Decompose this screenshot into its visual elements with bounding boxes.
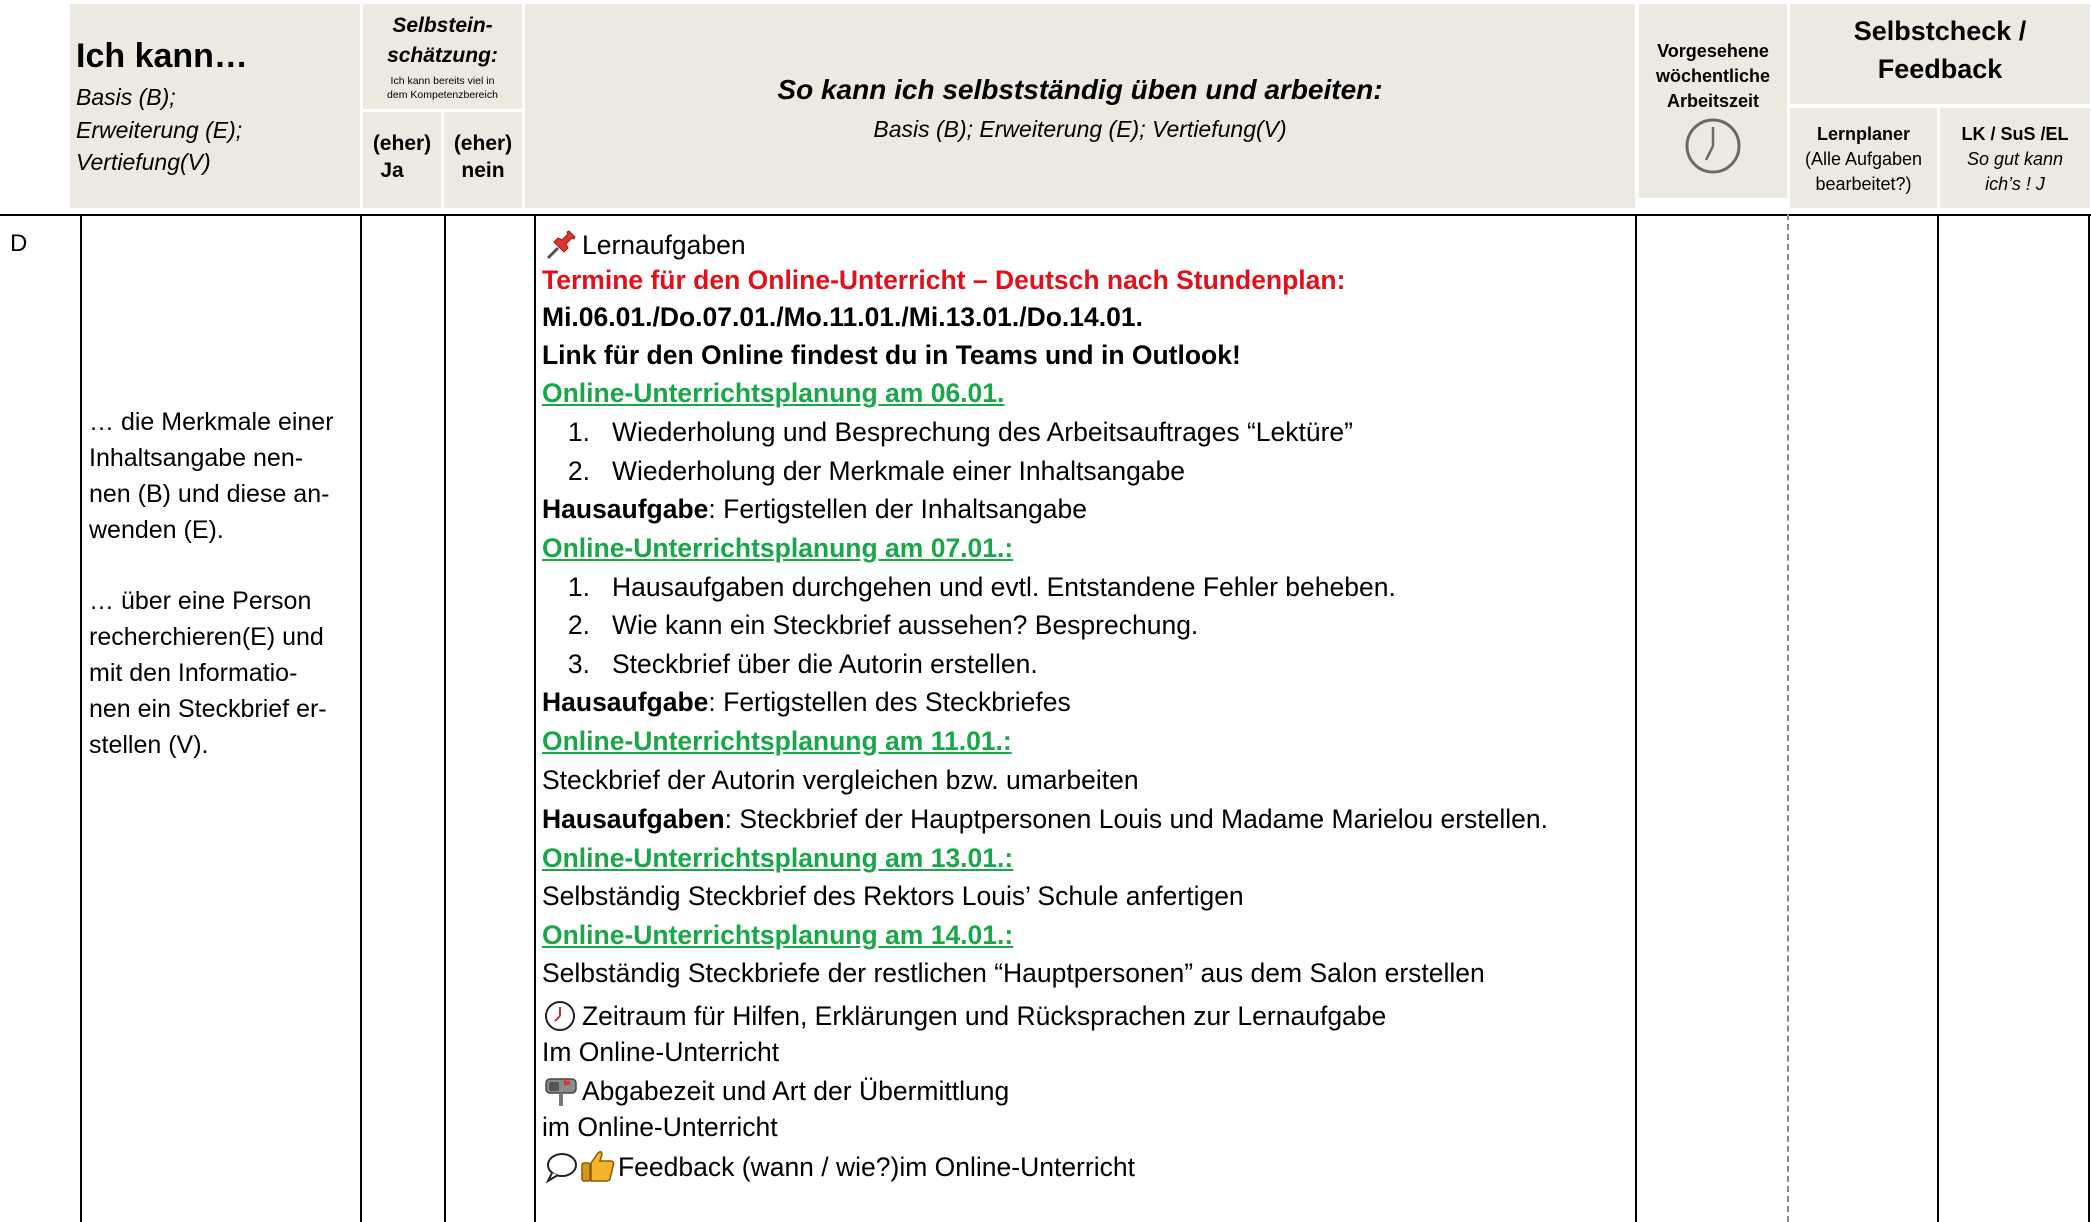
header-time-1: Vorgesehene (1657, 41, 1769, 61)
header-no: (eher) nein (444, 130, 522, 184)
homework-label: Hausaufgabe (542, 687, 709, 717)
homework-2: Hausaufgabe: Fertigstellen des Steckbrie… (542, 686, 1071, 718)
competence-text: … die Merkmale einer Inhaltsangabe nen- … (89, 404, 357, 763)
header-no-2: nein (461, 159, 505, 182)
header-self-title-1: Selbstein- (392, 14, 493, 37)
abgabe-value: im Online-Unterricht (542, 1112, 778, 1142)
mailbox-icon (545, 1077, 577, 1106)
header-check-title-1: Selbstcheck / (1853, 16, 2027, 46)
lernplaner-title: Lernplaner (1816, 124, 1911, 144)
dates-line: Mi.06.01./Do.07.01./Mo.11.01./Mi.13.01./… (542, 302, 1143, 332)
thumbs-up-icon (581, 1150, 615, 1182)
dashed-divider (1787, 214, 1789, 1222)
abgabe-label: Abgabezeit und Art der Übermittlung (582, 1076, 1010, 1106)
list-text: Steckbrief über die Autorin erstellen. (612, 649, 1038, 679)
competence-line: mit den Informatio- (89, 659, 298, 687)
header-no-1: (eher) (453, 132, 513, 155)
competence-line: wenden (E). (89, 516, 224, 544)
list-number: 2. (567, 456, 590, 486)
list-number: 1. (567, 572, 590, 602)
header-so-kann-ich: So kann ich selbstständig üben und arbei… (525, 4, 1635, 208)
list-item: 2. Wie kann ein Steckbrief aussehen? Besp… (542, 609, 1198, 641)
lernplaner-note-2: bearbeitet?) (1815, 174, 1912, 194)
speech-bubble-icon (545, 1153, 577, 1183)
lk-note-1: So gut kann (1966, 149, 2064, 169)
plan-text-1401: Selbständig Steckbriefe der restlichen “… (542, 958, 1485, 988)
competence-line: stellen (V). (89, 731, 209, 759)
header-subtitle-2: Erweiterung (E); (76, 117, 243, 143)
header-time-2: wöchentliche (1655, 66, 1771, 86)
list-item: 1. Wiederholung und Besprechung des Arbei… (542, 416, 1353, 448)
header-main-subtitle: Basis (B); Erweiterung (E); Vertiefung(V… (873, 116, 1287, 142)
row-top-border (0, 214, 2091, 216)
list-number: 2. (567, 610, 590, 640)
pin-icon (546, 230, 576, 260)
header-subtitle-1: Basis (B); (76, 84, 176, 110)
plan-heading-0701[interactable]: Online-Unterrichtsplanung am 07.01.: (542, 532, 1013, 564)
plan-heading-1301[interactable]: Online-Unterrichtsplanung am 13.01.: (542, 842, 1013, 874)
plan-heading-1401[interactable]: Online-Unterrichtsplanung am 14.01.: (542, 919, 1013, 951)
header-ich-kann: Ich kann… Basis (B); Erweiterung (E); Ve… (70, 4, 360, 208)
list-number: 3. (567, 649, 590, 679)
list-item: 2. Wiederholung der Merkmale einer Inhalt… (542, 455, 1185, 487)
header-yes: (eher) Ja (363, 130, 441, 184)
homework-label: Hausaufgabe (542, 494, 709, 524)
list-text: Wie kann ein Steckbrief aussehen? Bespre… (612, 610, 1199, 640)
plan-heading-1101[interactable]: Online-Unterrichtsplanung am 11.01.: (542, 725, 1012, 757)
plan-text-1301: Selbständig Steckbrief des Rektors Louis… (542, 881, 1244, 911)
lernaufgaben-label: Lernaufgaben (582, 230, 746, 260)
lernplaner-note-1: (Alle Aufgaben (1804, 149, 1923, 169)
header-arbeitszeit: Vorgesehene wöchentliche Arbeitszeit (1639, 4, 1787, 198)
header-self-note-2: dem Kompetenzbereich (387, 89, 498, 101)
homework-text: : Fertigstellen der Inhaltsangabe (708, 494, 1088, 524)
lk-note-2: ich’s ! J (1985, 174, 2045, 194)
competence-line: Inhaltsangabe nen- (89, 444, 304, 472)
plan-text-1101: Steckbrief der Autorin vergleichen bzw. … (542, 765, 1139, 795)
header-yes-2: Ja (380, 159, 404, 182)
header-yes-1: (eher) (372, 132, 432, 155)
header-subtitle-3: Vertiefung(V) (76, 149, 211, 175)
list-text: Hausaufgaben durchgehen und evtl. Entsta… (612, 572, 1396, 602)
link-line: Link für den Online findest du in Teams … (542, 340, 1241, 370)
clock-icon (1685, 118, 1741, 174)
competence-line: nen (B) und diese an- (89, 480, 330, 508)
clock-small-icon (545, 1001, 575, 1031)
header-self-title-2: schätzung: (387, 44, 498, 67)
competence-line: recherchieren(E) und (89, 623, 324, 651)
header-lernplaner: Lernplaner (Alle Aufgaben bearbeitet?) (1790, 122, 1937, 197)
termine-heading: Termine für den Online-Unterricht – Deut… (542, 265, 1346, 295)
lk-title: LK / SuS /EL (1961, 124, 2069, 144)
zeitraum-label: Zeitraum für Hilfen, Erklärungen und Rüc… (582, 1001, 1387, 1031)
competence-line: … die Merkmale einer (89, 408, 334, 436)
header-lk: LK / SuS /EL So gut kann ich’s ! J (1940, 122, 2090, 197)
list-number: 1. (567, 417, 590, 447)
homework-1: Hausaufgabe: Fertigstellen der Inhaltsan… (542, 493, 1087, 525)
subject-label: D (10, 230, 28, 257)
list-text: Wiederholung der Merkmale einer Inhaltsa… (612, 456, 1186, 486)
competence-line: nen ein Steckbrief er- (89, 695, 327, 723)
header-title-ich-kann: Ich kann… (76, 37, 248, 75)
header-main-title: So kann ich selbstständig üben und arbei… (777, 74, 1383, 105)
zeitraum-value: Im Online-Unterricht (542, 1037, 780, 1067)
homework-3: Hausaufgaben: Steckbrief der Hauptperson… (542, 803, 1548, 835)
homework-text: : Steckbrief der Hauptpersonen Louis und… (724, 804, 1549, 834)
list-text: Wiederholung und Besprechung des Arbeits… (612, 417, 1353, 447)
homework-label: Hausaufgaben (542, 804, 725, 834)
homework-text: : Fertigstellen des Steckbriefes (708, 687, 1071, 717)
header-time-3: Arbeitszeit (1666, 91, 1760, 111)
list-item: 1. Hausaufgaben durchgehen und evtl. Ents… (542, 571, 1396, 603)
header-check-title-2: Feedback (1877, 54, 2003, 84)
feedback-label: Feedback (wann / wie?)im Online-Unterric… (618, 1152, 1135, 1182)
list-item: 3. Steckbrief über die Autorin erstellen. (542, 648, 1038, 680)
plan-heading-0601[interactable]: Online-Unterrichtsplanung am 06.01. (542, 377, 1004, 409)
header-self-note-1: Ich kann bereits viel in (390, 75, 495, 87)
competence-line: … über eine Person (89, 587, 312, 615)
